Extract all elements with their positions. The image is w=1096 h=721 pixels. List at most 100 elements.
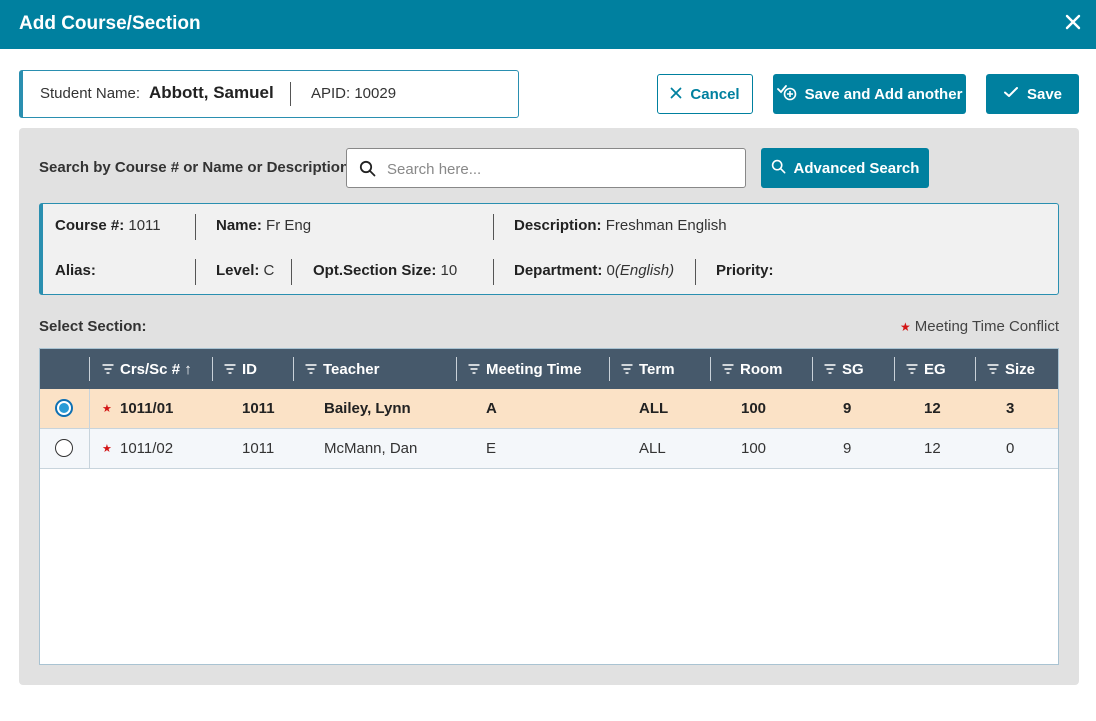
column-separator [456,357,457,381]
divider [195,259,196,285]
column-header-room[interactable]: Room [722,349,783,389]
cell-crs: 1011/02 [120,440,174,457]
table-row[interactable]: ★ 1011/02 1011 McMann, Dan E ALL 100 9 1… [40,429,1058,469]
course-number-label: Course #: [55,217,125,234]
column-label: Teacher [323,360,380,378]
course-alias: Alias: [55,262,96,279]
dialog-title: Add Course/Section [19,13,201,34]
cancel-button[interactable]: Cancel [657,74,753,114]
grid-header: Crs/Sc # ↑ ID Teacher Meeting Time Term [40,349,1058,389]
student-info-box: Student Name: Abbott, Samuel APID: 10029 [19,70,519,118]
column-label: ID [242,360,257,378]
column-separator [609,357,610,381]
filter-icon[interactable] [102,364,114,374]
column-header-id[interactable]: ID [224,349,257,389]
column-header-term[interactable]: Term [621,349,675,389]
column-label: EG [924,360,946,378]
cell-crs: 1011/01 [120,400,174,417]
filter-icon[interactable] [906,364,918,374]
column-label: Size [1005,360,1036,378]
dialog-titlebar: Add Course/Section [0,0,1096,49]
radio-empty-icon[interactable] [55,439,73,457]
star-icon: ★ [900,320,911,334]
cell-teacher: McMann, Dan [324,440,418,457]
cell-meeting-time: A [486,400,497,417]
course-description: Description: Freshman English [514,217,727,234]
filter-icon[interactable] [722,364,734,374]
column-header-eg[interactable]: EG [906,349,946,389]
divider [493,259,494,285]
radio-selected-icon[interactable] [55,399,73,417]
cell-sg: 9 [843,440,852,457]
check-icon [1003,85,1019,103]
search-label: Search by Course # or Name or Descriptio… [39,159,350,176]
column-label: Meeting Time [486,360,582,378]
column-separator [894,357,895,381]
column-header-meeting-time[interactable]: Meeting Time [468,349,582,389]
course-level-value: C [263,262,275,279]
student-apid: APID: 10029 [311,85,397,102]
close-icon[interactable] [1062,11,1084,33]
column-label: Term [639,360,675,378]
cell-id: 1011 [242,440,275,457]
course-priority: Priority: [716,262,774,279]
add-circle-icon [776,83,797,105]
cell-term: ALL [639,400,669,417]
course-department: Department: 0(English) [514,262,674,279]
divider [695,259,696,285]
select-section-label: Select Section: [39,318,147,335]
column-separator [212,357,213,381]
advanced-search-button[interactable]: Advanced Search [761,148,929,188]
cell-eg: 12 [924,440,941,457]
column-label: Room [740,360,783,378]
row-separator [89,389,90,429]
cell-term: ALL [639,440,666,457]
star-icon: ★ [102,443,112,455]
divider [290,82,291,106]
search-input[interactable] [387,157,737,181]
filter-icon[interactable] [621,364,633,374]
search-icon [771,159,786,178]
opt-section-size-label: Opt.Section Size: [313,262,437,279]
cell-eg: 12 [924,400,941,417]
student-name-label: Student Name: [40,85,141,102]
priority-label: Priority: [716,262,774,279]
department-label: Department: [514,262,603,279]
course-info-card: Course #: 1011 Name: Fr Eng Description:… [39,203,1059,295]
cell-room: 100 [741,400,767,417]
save-and-add-label: Save and Add another [804,85,963,103]
column-header-size[interactable]: Size [987,349,1035,389]
course-level-label: Level: [216,262,260,279]
column-header-teacher[interactable]: Teacher [305,349,379,389]
department-name: (English) [614,262,675,279]
filter-icon[interactable] [468,364,480,374]
cell-sg: 9 [843,400,852,417]
row-separator [89,429,90,469]
column-separator [89,357,90,381]
search-field[interactable] [346,148,746,188]
table-row[interactable]: ★ 1011/01 1011 Bailey, Lynn A ALL 100 9 … [40,389,1058,429]
filter-icon[interactable] [224,364,236,374]
course-name-label: Name: [216,217,262,234]
column-label: SG [842,360,864,378]
save-button[interactable]: Save [986,74,1079,114]
course-opt-section-size: Opt.Section Size: 10 [313,262,457,279]
cell-meeting-time: E [486,440,497,457]
x-icon [670,86,682,103]
course-description-value: Freshman English [605,217,727,234]
filter-icon[interactable] [987,364,999,374]
cell-room: 100 [741,440,767,457]
filter-icon[interactable] [305,364,317,374]
course-name-value: Fr Eng [266,217,312,234]
meeting-time-conflict-legend: ★ Meeting Time Conflict [900,318,1059,335]
course-alias-label: Alias: [55,262,96,279]
advanced-search-label: Advanced Search [793,159,920,177]
star-icon: ★ [102,403,112,415]
column-header-sg[interactable]: SG [824,349,864,389]
filter-icon[interactable] [824,364,836,374]
cell-id: 1011 [242,400,275,417]
save-and-add-another-button[interactable]: Save and Add another [773,74,966,114]
column-header-crs[interactable]: Crs/Sc # ↑ [102,349,192,389]
course-name: Name: Fr Eng [216,217,311,234]
divider [195,214,196,240]
